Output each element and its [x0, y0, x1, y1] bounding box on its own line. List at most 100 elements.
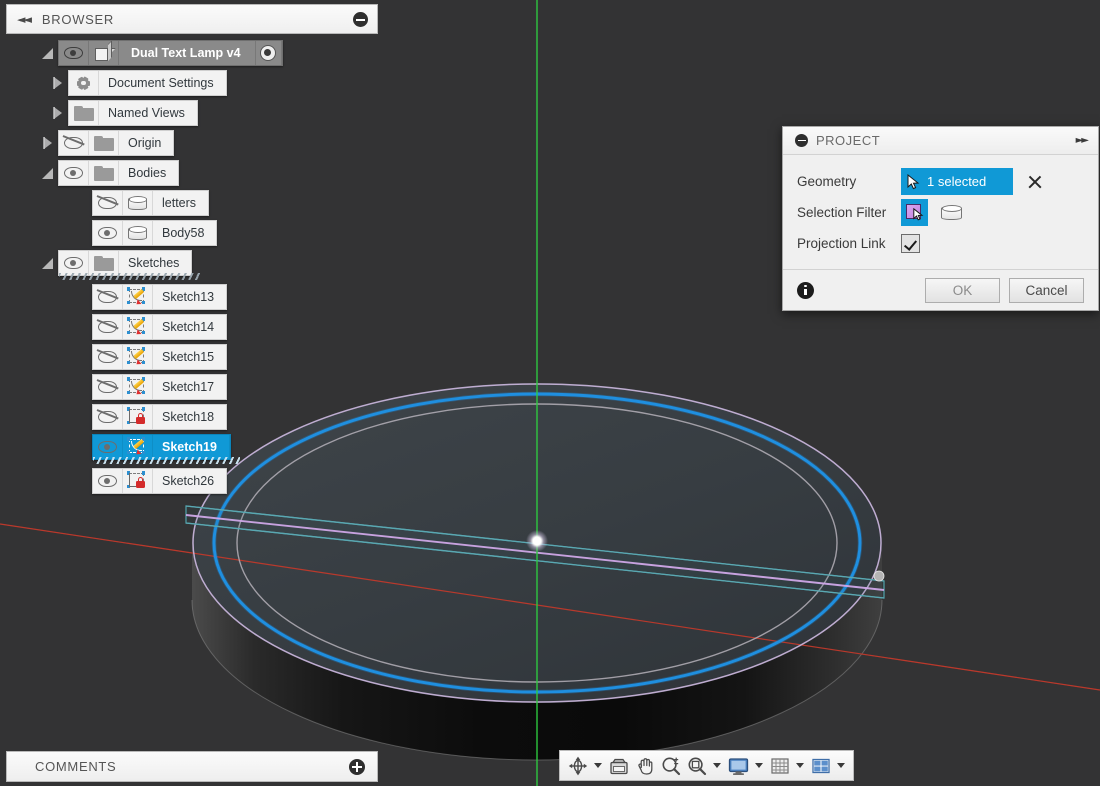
look-at-icon[interactable]	[606, 753, 632, 778]
browser-tree: Dual Text Lamp v4 Document Settings Name…	[0, 40, 380, 498]
tree-node: Dual Text Lamp v4	[0, 40, 380, 66]
tree-node: Sketch15	[0, 344, 380, 370]
visibility-toggle[interactable]	[93, 469, 123, 493]
comments-panel[interactable]: COMMENTS	[6, 751, 378, 782]
sketch-icon	[123, 345, 153, 369]
tree-node: Sketch13	[0, 284, 380, 310]
fit-icon[interactable]	[684, 753, 710, 778]
grid-snaps-dropdown-caret[interactable]	[796, 763, 804, 768]
project-dialog-header[interactable]: PROJECT ►►	[783, 127, 1098, 155]
orbit-dropdown-caret[interactable]	[594, 763, 602, 768]
tree-item-letters[interactable]: letters	[92, 190, 210, 216]
sketch-icon	[123, 315, 153, 339]
visibility-toggle[interactable]	[93, 285, 123, 309]
geometry-selection-button[interactable]: 1 selected	[901, 168, 1013, 195]
double-right-arrow-icon[interactable]: ►►	[1076, 135, 1089, 146]
twisty-open-icon[interactable]	[42, 47, 55, 60]
tree-node: Body58	[0, 220, 380, 246]
twisty-open-icon[interactable]	[42, 257, 55, 270]
sketch-endpoint-handle[interactable]	[873, 570, 885, 582]
orbit-icon[interactable]	[565, 753, 591, 778]
visibility-toggle[interactable]	[93, 315, 123, 339]
plus-circle-icon[interactable]	[349, 758, 365, 775]
minus-circle-icon[interactable]	[353, 11, 368, 27]
ok-button[interactable]: OK	[925, 277, 1000, 303]
double-left-arrow-icon[interactable]: ◄◄	[17, 13, 32, 26]
visibility-toggle[interactable]	[93, 191, 123, 215]
folder-icon	[89, 251, 119, 275]
twisty-closed-icon[interactable]	[42, 136, 55, 150]
twisty-closed-icon[interactable]	[52, 106, 65, 120]
eye-hidden-icon	[96, 289, 119, 303]
tree-item-sketch15[interactable]: Sketch15	[92, 344, 228, 370]
tree-item-label: Body58	[162, 226, 205, 240]
tree-item-sketch18[interactable]: Sketch18	[92, 404, 228, 430]
tree-node: Sketch18	[0, 404, 380, 430]
sketch-icon	[123, 375, 153, 399]
tree-item-label: Sketch18	[162, 410, 215, 424]
project-dialog[interactable]: PROJECT ►► Geometry 1 selected Selection…	[782, 126, 1099, 311]
visibility-toggle[interactable]	[93, 405, 123, 429]
zoom-icon[interactable]	[658, 753, 684, 778]
tree-item-body58[interactable]: Body58	[92, 220, 218, 246]
grid-snaps-icon[interactable]	[767, 753, 793, 778]
browser-panel-header[interactable]: ◄◄ BROWSER	[6, 4, 378, 34]
tree-item-sketch17[interactable]: Sketch17	[92, 374, 228, 400]
display-settings-dropdown-caret[interactable]	[755, 763, 763, 768]
gear-icon	[69, 71, 99, 95]
pan-icon[interactable]	[632, 753, 658, 778]
cancel-button[interactable]: Cancel	[1009, 277, 1084, 303]
body-filter-icon[interactable]	[938, 199, 965, 226]
eye-visible-icon	[98, 475, 117, 487]
display-settings-icon[interactable]	[725, 753, 752, 778]
tree-item-sketch26[interactable]: Sketch26	[92, 468, 228, 494]
viewports-dropdown-caret[interactable]	[837, 763, 845, 768]
browser-title: BROWSER	[41, 11, 114, 27]
tree-item-sketches[interactable]: Sketches	[58, 250, 202, 280]
tree-item-bodies[interactable]: Bodies	[58, 160, 180, 186]
tree-item-sketch19[interactable]: Sketch19	[92, 434, 240, 464]
twisty-open-icon[interactable]	[42, 167, 55, 180]
visibility-toggle[interactable]	[93, 435, 123, 459]
body-icon	[123, 191, 153, 215]
info-icon[interactable]	[797, 281, 814, 299]
twisty-closed-icon[interactable]	[52, 76, 65, 90]
projection-link-row: Projection Link	[783, 228, 1098, 259]
activate-component-radio[interactable]	[256, 41, 282, 65]
folder-icon	[89, 131, 119, 155]
viewports-icon[interactable]	[808, 753, 834, 778]
visibility-toggle[interactable]	[59, 161, 89, 185]
sketch-icon	[123, 285, 153, 309]
face-filter-icon[interactable]	[901, 199, 928, 226]
folder-icon	[89, 161, 119, 185]
navigation-toolbar[interactable]	[559, 750, 854, 781]
eye-visible-icon	[64, 47, 83, 59]
eye-visible-icon	[64, 167, 83, 179]
tree-item-label: Sketch13	[162, 290, 215, 304]
tree-node: Sketch19	[0, 434, 380, 464]
visibility-toggle[interactable]	[59, 41, 89, 65]
projection-link-checkbox[interactable]	[901, 234, 920, 253]
origin-point[interactable]	[532, 536, 542, 546]
visibility-toggle[interactable]	[59, 131, 89, 155]
tree-item-document-settings[interactable]: Document Settings	[68, 70, 227, 96]
x-close-icon[interactable]	[1026, 173, 1044, 191]
sketch-icon	[123, 435, 153, 459]
eye-visible-icon	[64, 257, 83, 269]
tree-item-sketch13[interactable]: Sketch13	[92, 284, 228, 310]
eye-hidden-icon	[96, 319, 119, 333]
visibility-toggle[interactable]	[93, 345, 123, 369]
tree-item-named-views[interactable]: Named Views	[68, 100, 198, 126]
cad-application-window: ◄◄ BROWSER Dual Text Lamp v4 Document Se…	[0, 0, 1100, 786]
geometry-selection-count: 1 selected	[927, 174, 987, 189]
fit-dropdown-caret[interactable]	[713, 763, 721, 768]
tree-node: Origin	[0, 130, 380, 156]
tree-item-origin[interactable]: Origin	[58, 130, 175, 156]
visibility-toggle[interactable]	[93, 221, 123, 245]
tree-item-sketch14[interactable]: Sketch14	[92, 314, 228, 340]
minus-circle-icon[interactable]	[795, 134, 808, 147]
selection-filter-label: Selection Filter	[797, 205, 887, 220]
visibility-toggle[interactable]	[93, 375, 123, 399]
tree-item-dual-text-lamp[interactable]: Dual Text Lamp v4	[58, 40, 283, 66]
visibility-toggle[interactable]	[59, 251, 89, 275]
